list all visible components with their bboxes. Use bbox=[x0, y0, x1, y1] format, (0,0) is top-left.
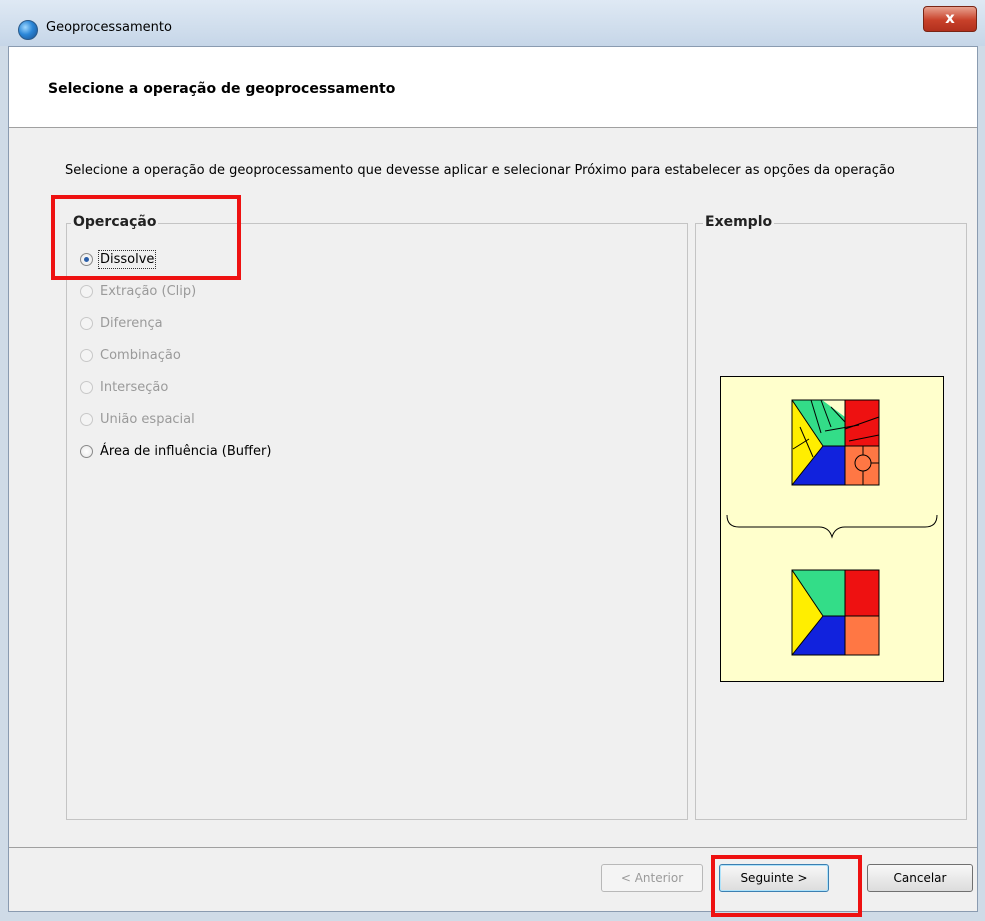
radio-label: União espacial bbox=[100, 411, 195, 427]
radio-difference[interactable]: Diferença bbox=[80, 313, 163, 333]
polygon-orange-after bbox=[845, 616, 879, 655]
next-button[interactable]: Seguinte > bbox=[719, 864, 829, 892]
globe-icon bbox=[18, 20, 38, 40]
example-groupbox: Exemplo bbox=[695, 214, 967, 820]
radio-spatial-join[interactable]: União espacial bbox=[80, 409, 195, 429]
radio-icon[interactable] bbox=[80, 380, 93, 394]
radio-label: Dissolve bbox=[97, 249, 157, 269]
operation-groupbox: Opercação Dissolve Extração (Clip) Difer… bbox=[66, 214, 688, 820]
radio-combination[interactable]: Combinação bbox=[80, 345, 181, 365]
radio-dissolve[interactable]: Dissolve bbox=[80, 249, 157, 269]
radio-label: Interseção bbox=[100, 379, 169, 395]
dialog-window: Geoprocessamento x Selecione a operação … bbox=[0, 0, 985, 921]
after-polygons bbox=[791, 569, 880, 656]
cancel-button[interactable]: Cancelar bbox=[867, 864, 973, 892]
instruction-text: Selecione a operação de geoprocessamento… bbox=[65, 163, 895, 178]
polygon-red-after bbox=[845, 570, 879, 616]
radio-label: Extração (Clip) bbox=[100, 283, 197, 299]
radio-icon[interactable] bbox=[80, 412, 93, 426]
radio-intersection[interactable]: Interseção bbox=[80, 377, 168, 397]
example-illustration bbox=[720, 376, 944, 682]
radio-icon[interactable] bbox=[80, 348, 93, 362]
radio-label: Combinação bbox=[100, 347, 181, 363]
radio-icon[interactable] bbox=[80, 284, 93, 298]
radio-label: Área de influência (Buffer) bbox=[100, 443, 272, 459]
example-legend: Exemplo bbox=[703, 214, 775, 230]
polygon-orange-before bbox=[845, 446, 879, 485]
brace-shape bbox=[726, 514, 938, 539]
page-title: Selecione a operação de geoprocessamento bbox=[48, 81, 396, 97]
wizard-header: Selecione a operação de geoprocessamento bbox=[9, 47, 977, 128]
close-button[interactable]: x bbox=[923, 6, 977, 32]
radio-icon[interactable] bbox=[80, 316, 93, 330]
radio-clip[interactable]: Extração (Clip) bbox=[80, 281, 196, 301]
window-title: Geoprocessamento bbox=[46, 20, 172, 35]
radio-label: Diferença bbox=[100, 315, 163, 331]
radio-buffer[interactable]: Área de influência (Buffer) bbox=[80, 441, 271, 461]
radio-icon[interactable] bbox=[80, 444, 93, 458]
footer-separator bbox=[9, 847, 977, 848]
dissolve-diagram bbox=[726, 399, 938, 656]
previous-button[interactable]: < Anterior bbox=[601, 864, 703, 892]
dialog-client-area: Selecione a operação de geoprocessamento… bbox=[8, 46, 978, 912]
operation-legend: Opercação bbox=[71, 214, 159, 230]
before-polygons bbox=[791, 399, 880, 486]
title-bar: Geoprocessamento x bbox=[0, 0, 985, 46]
radio-checked-icon[interactable] bbox=[80, 252, 93, 266]
